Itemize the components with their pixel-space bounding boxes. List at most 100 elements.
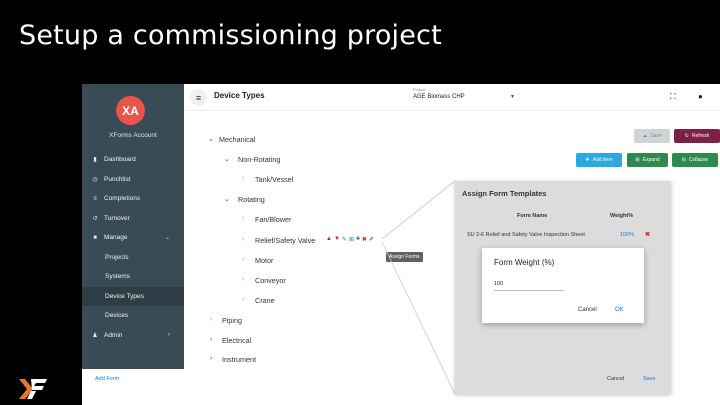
chevron-right-icon[interactable]: › xyxy=(210,316,212,323)
collapse-icon: ⊟ xyxy=(681,157,686,163)
fullscreen-icon[interactable]: ⛶ xyxy=(670,92,676,102)
ok-button[interactable]: OK xyxy=(615,307,624,313)
plus-icon: ✚ xyxy=(585,157,590,163)
chevron-right-icon[interactable]: › xyxy=(210,336,212,343)
sidebar-item-devices[interactable]: Devices xyxy=(82,306,184,326)
remove-icon[interactable]: ✖ xyxy=(645,231,650,238)
tree-node-motor[interactable]: Motor xyxy=(255,256,273,265)
add-item-button[interactable]: ✚ Add Item xyxy=(576,153,622,167)
chevron-right-icon[interactable]: › xyxy=(242,175,244,182)
folder-icon: ■ xyxy=(93,234,97,241)
chevron-right-icon[interactable]: › xyxy=(210,355,212,362)
move-down-icon[interactable]: ▼ xyxy=(334,236,340,243)
xf-logo xyxy=(19,379,47,399)
topbar: ≡ Device Types Project AGE Biomass CHP ▼… xyxy=(184,84,720,111)
refresh-icon: ↻ xyxy=(684,133,689,139)
app-window: XA XForms Account ▮ Dashboard ◷ Punchlis… xyxy=(82,84,720,405)
sidebar-nav: ▮ Dashboard ◷ Punchlist ≡ Completions ↺ … xyxy=(82,150,184,345)
chevron-right-icon: › xyxy=(168,332,170,339)
account-name: XForms Account xyxy=(109,132,157,139)
sidebar-item-device-types[interactable]: Device Types xyxy=(82,286,184,306)
sidebar-item-manage[interactable]: ■ Manage ⌄ xyxy=(82,228,184,248)
column-header-form-name: Form Name xyxy=(517,213,548,219)
add-child-icon[interactable]: ⊞ xyxy=(349,236,354,243)
edit-icon[interactable]: ✎ xyxy=(342,236,347,243)
hamburger-icon: ≡ xyxy=(195,92,202,103)
chevron-right-icon[interactable]: › xyxy=(242,296,244,303)
tree-node-tank-vessel[interactable]: Tank/Vessel xyxy=(255,175,293,184)
sidebar-item-dashboard[interactable]: ▮ Dashboard xyxy=(82,150,184,170)
sidebar-item-turnover[interactable]: ↺ Turnover xyxy=(82,209,184,229)
sidebar: XA XForms Account ▮ Dashboard ◷ Punchlis… xyxy=(82,84,184,369)
chevron-down-icon[interactable]: ⌄ xyxy=(224,195,230,203)
chevron-right-icon[interactable]: › xyxy=(242,276,244,283)
attach-forms-icon[interactable]: ✐ xyxy=(369,236,374,243)
chevron-down-icon: ⌄ xyxy=(164,235,170,242)
chevron-right-icon[interactable]: › xyxy=(242,236,244,243)
node-actions: ▲ ▼ ✎ ⊞ ♣ ✖ ✐ xyxy=(326,236,374,243)
add-form-button[interactable]: Add Form xyxy=(95,376,119,382)
people-icon: ♟ xyxy=(92,332,98,339)
form-row-weight[interactable]: 100% xyxy=(620,232,634,238)
page-title: Device Types xyxy=(214,91,265,100)
move-up-icon[interactable]: ▲ xyxy=(326,236,332,243)
chevron-right-icon[interactable]: › xyxy=(242,215,244,222)
tree-node-rotating[interactable]: Rotating xyxy=(238,195,265,204)
form-weight-dialog: Form Weight (%) 100 Cancel OK xyxy=(482,248,644,323)
history-icon: ↺ xyxy=(92,215,98,222)
tree-node-piping[interactable]: Piping xyxy=(222,316,242,325)
sidebar-item-label: Turnover xyxy=(104,214,130,222)
chevron-down-icon[interactable]: ⌄ xyxy=(224,155,230,163)
form-row-name: SU 2-6 Relief and Safety Valve Inspectio… xyxy=(467,232,585,238)
slide: Setup a commissioning project XA XForms … xyxy=(0,0,720,405)
tree-node-instrument[interactable]: Instrument xyxy=(222,355,256,364)
sidebar-item-label: Completions xyxy=(104,195,141,203)
menu-button[interactable]: ≡ xyxy=(190,89,207,106)
save-button[interactable]: Save xyxy=(643,376,656,382)
sidebar-item-admin[interactable]: ♟ Admin › xyxy=(82,326,184,346)
tree-node-mechanical[interactable]: Mechanical xyxy=(219,135,255,144)
weight-input[interactable]: 100 xyxy=(494,280,564,291)
cancel-button[interactable]: Cancel xyxy=(607,376,624,382)
clock-icon: ◷ xyxy=(92,176,98,183)
expand-button[interactable]: ⊞ Expand xyxy=(627,153,668,167)
tree-node-non-rotating[interactable]: Non-Rotating xyxy=(238,155,280,164)
list-icon: ≡ xyxy=(93,195,97,202)
sidebar-item-punchlist[interactable]: ◷ Punchlist xyxy=(82,170,184,190)
avatar[interactable]: XA xyxy=(116,96,145,125)
dialog-title: Assign Form Templates xyxy=(462,189,547,198)
cancel-button[interactable]: Cancel xyxy=(578,307,597,313)
sidebar-item-completions[interactable]: ≡ Completions xyxy=(82,189,184,209)
delete-icon[interactable]: ✖ xyxy=(362,236,367,243)
tree-node-conveyor[interactable]: Conveyor xyxy=(255,276,286,285)
sidebar-item-label: Dashboard xyxy=(104,156,136,164)
cloud-icon: ☁ xyxy=(642,133,648,139)
chevron-down-icon[interactable]: ⌄ xyxy=(208,135,214,143)
sidebar-item-label: Admin xyxy=(104,331,123,339)
bar-chart-icon: ▮ xyxy=(93,157,97,164)
callout-line-top xyxy=(381,180,456,240)
sidebar-item-projects[interactable]: Projects xyxy=(82,248,184,268)
tree-node-electrical[interactable]: Electrical xyxy=(222,336,251,345)
account-icon[interactable]: ● xyxy=(698,92,703,101)
sidebar-item-label: Punchlist xyxy=(104,175,131,183)
slide-title: Setup a commissioning project xyxy=(19,20,442,51)
column-header-weight: Weight% xyxy=(610,213,634,219)
dialog-title: Form Weight (%) xyxy=(494,258,555,267)
tree-node-crane[interactable]: Crane xyxy=(255,296,275,305)
save-button[interactable]: ☁ Save xyxy=(634,129,670,143)
callout-line-bottom xyxy=(381,241,456,395)
tooltip: Assign Forms xyxy=(386,252,423,262)
project-select[interactable]: AGE Biomass CHP xyxy=(413,94,465,100)
collapse-button[interactable]: ⊟ Collapse xyxy=(672,153,718,167)
sidebar-item-systems[interactable]: Systems xyxy=(82,267,184,287)
tree-node-fan-blower[interactable]: Fan/Blower xyxy=(255,215,291,224)
caret-down-icon[interactable]: ▼ xyxy=(510,94,515,100)
chevron-right-icon[interactable]: › xyxy=(242,256,244,263)
project-label: Project xyxy=(413,87,426,92)
tree-node-relief-safety-valve[interactable]: Relief/Safety Valve xyxy=(255,236,315,245)
sidebar-item-label: Manage xyxy=(104,234,128,242)
refresh-button[interactable]: ↻ Refresh xyxy=(674,129,720,143)
hierarchy-icon[interactable]: ♣ xyxy=(356,236,360,243)
expand-icon: ⊞ xyxy=(635,157,640,163)
